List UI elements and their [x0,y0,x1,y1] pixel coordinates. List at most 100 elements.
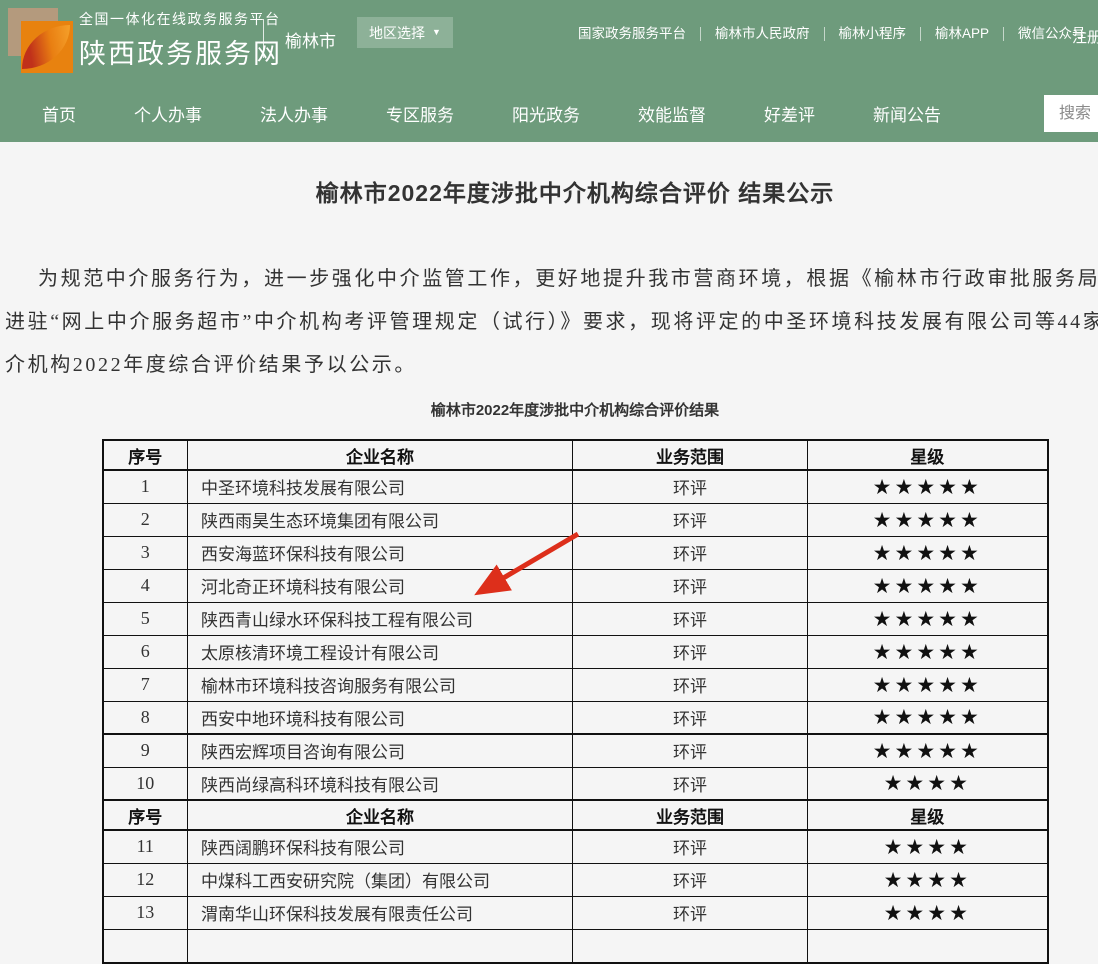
cell-star-rating: ★★★★★ [808,536,1048,569]
cell-business-scope: 环评 [573,536,808,569]
cell-star-rating: ★★★★ [808,896,1048,929]
cell-company-name: 西安海蓝环保科技有限公司 [188,536,573,569]
column-header: 星级 [808,440,1048,470]
content-area: 榆林市2022年度涉批中介机构综合评价 结果公示 为规范中介服务行为，进一步强化… [0,174,1098,964]
top-links: 国家政务服务平台榆林市人民政府榆林小程序榆林APP微信公众号 [578,27,1098,41]
table-row: 5陕西青山绿水环保科技工程有限公司环评★★★★★ [103,602,1048,635]
cell-star-rating: ★★★★★ [808,569,1048,602]
cell-serial-number: 7 [103,668,188,701]
cell-business-scope: 环评 [573,767,808,800]
table-caption: 榆林市2022年度涉批中介机构综合评价结果 [0,399,1098,419]
nav-item[interactable]: 效能监督 [638,101,706,126]
nav-item[interactable]: 法人办事 [260,101,328,126]
cell-company-name: 河北奇正环境科技有限公司 [188,569,573,602]
cell-company-name: 太原核清环境工程设计有限公司 [188,635,573,668]
cell-serial-number: 3 [103,536,188,569]
cell-serial-number: 11 [103,830,188,863]
cell-company-name: 渭南华山环保科技发展有限责任公司 [188,896,573,929]
column-header: 业务范围 [573,800,808,830]
page-title: 榆林市2022年度涉批中介机构综合评价 结果公示 [0,174,1098,208]
cell-star-rating: ★★★★ [808,863,1048,896]
paragraph-line: 介机构2022年度综合评价结果予以公示。 [5,344,1098,387]
logo-leaf-icon [22,25,70,69]
column-header: 业务范围 [573,440,808,470]
table-row: 7榆林市环境科技咨询服务有限公司环评★★★★★ [103,668,1048,701]
evaluation-table: 序号企业名称业务范围星级1中圣环境科技发展有限公司环评★★★★★2陕西雨昊生态环… [102,439,1049,964]
column-header: 星级 [808,800,1048,830]
cell-company-name: 陕西雨昊生态环境集团有限公司 [188,503,573,536]
column-header: 企业名称 [188,800,573,830]
cell-star-rating: ★★★★★ [808,602,1048,635]
brand-block: 全国一体化在线政务服务平台 陕西政务服务网 [79,9,282,71]
cell-business-scope: 环评 [573,668,808,701]
column-header: 序号 [103,440,188,470]
cell-empty [103,929,188,963]
table-row-partial [103,929,1048,963]
site-header: 全国一体化在线政务服务平台 陕西政务服务网 榆林市 地区选择 ▼ 国家政务服务平… [0,0,1098,85]
platform-label: 全国一体化在线政务服务平台 [79,9,282,29]
table-row: 6太原核清环境工程设计有限公司环评★★★★★ [103,635,1048,668]
nav-item[interactable]: 首页 [42,101,76,126]
cell-company-name: 中煤科工西安研究院（集团）有限公司 [188,863,573,896]
cell-business-scope: 环评 [573,635,808,668]
cell-empty [188,929,573,963]
cell-business-scope: 环评 [573,701,808,734]
table-row: 1中圣环境科技发展有限公司环评★★★★★ [103,470,1048,503]
table-row: 2陕西雨昊生态环境集团有限公司环评★★★★★ [103,503,1048,536]
table-row: 9陕西宏辉项目咨询有限公司环评★★★★★ [103,734,1048,767]
table-row: 12中煤科工西安研究院（集团）有限公司环评★★★★ [103,863,1048,896]
cell-business-scope: 环评 [573,503,808,536]
table-header-row: 序号企业名称业务范围星级 [103,440,1048,470]
cell-serial-number: 8 [103,701,188,734]
cell-serial-number: 9 [103,734,188,767]
paragraph-line: 进驻“网上中介服务超市”中介机构考评管理规定（试行）》要求，现将评定的中圣环境科… [5,301,1098,344]
table-row: 13渭南华山环保科技发展有限责任公司环评★★★★ [103,896,1048,929]
cell-business-scope: 环评 [573,830,808,863]
announcement-paragraph: 为规范中介服务行为，进一步强化中介监管工作，更好地提升我市营商环境，根据《榆林市… [0,258,1098,387]
top-link[interactable]: 榆林小程序 [825,27,922,41]
table-row: 8西安中地环境科技有限公司环评★★★★★ [103,701,1048,734]
nav-item[interactable]: 好差评 [764,101,815,126]
table-row: 4河北奇正环境科技有限公司环评★★★★★ [103,569,1048,602]
nav-item[interactable]: 专区服务 [386,101,454,126]
cell-company-name: 陕西青山绿水环保科技工程有限公司 [188,602,573,635]
main-nav: 首页 个人办事 法人办事 专区服务 阳光政务 效能监督 好差评 新闻公告 [0,85,1098,142]
nav-item[interactable]: 个人办事 [134,101,202,126]
nav-item[interactable]: 新闻公告 [873,101,941,126]
site-name: 陕西政务服务网 [79,32,282,71]
table-row: 11陕西阔鹏环保科技有限公司环评★★★★ [103,830,1048,863]
region-select-button[interactable]: 地区选择 ▼ [357,17,453,48]
region-select-label: 地区选择 [369,23,425,43]
cell-star-rating: ★★★★★ [808,734,1048,767]
nav-list: 首页 个人办事 法人办事 专区服务 阳光政务 效能监督 好差评 新闻公告 [42,101,999,126]
cell-business-scope: 环评 [573,734,808,767]
top-link[interactable]: 榆林APP [921,27,1004,41]
cell-star-rating: ★★★★★ [808,668,1048,701]
table-row: 10陕西尚绿高科环境科技有限公司环评★★★★ [103,767,1048,800]
nav-item[interactable]: 阳光政务 [512,101,580,126]
current-city-label: 榆林市 [285,27,336,52]
top-link[interactable]: 榆林市人民政府 [701,27,825,41]
cell-company-name: 陕西尚绿高科环境科技有限公司 [188,767,573,800]
cell-business-scope: 环评 [573,863,808,896]
cell-business-scope: 环评 [573,569,808,602]
cell-serial-number: 12 [103,863,188,896]
cell-company-name: 陕西宏辉项目咨询有限公司 [188,734,573,767]
top-link[interactable]: 国家政务服务平台 [578,27,701,41]
search-input[interactable] [1044,95,1098,132]
paragraph-line: 为规范中介服务行为，进一步强化中介监管工作，更好地提升我市营商环境，根据《榆林市… [5,258,1098,301]
register-link[interactable]: 注册 [1072,26,1098,47]
column-header: 序号 [103,800,188,830]
cell-serial-number: 2 [103,503,188,536]
site-logo [8,8,74,74]
cell-serial-number: 1 [103,470,188,503]
cell-empty [573,929,808,963]
cell-empty [808,929,1048,963]
cell-star-rating: ★★★★★ [808,701,1048,734]
cell-company-name: 榆林市环境科技咨询服务有限公司 [188,668,573,701]
evaluation-table-body: 序号企业名称业务范围星级1中圣环境科技发展有限公司环评★★★★★2陕西雨昊生态环… [103,440,1048,963]
chevron-down-icon: ▼ [432,28,441,37]
cell-star-rating: ★★★★★ [808,635,1048,668]
table-header-row: 序号企业名称业务范围星级 [103,800,1048,830]
cell-company-name: 陕西阔鹏环保科技有限公司 [188,830,573,863]
